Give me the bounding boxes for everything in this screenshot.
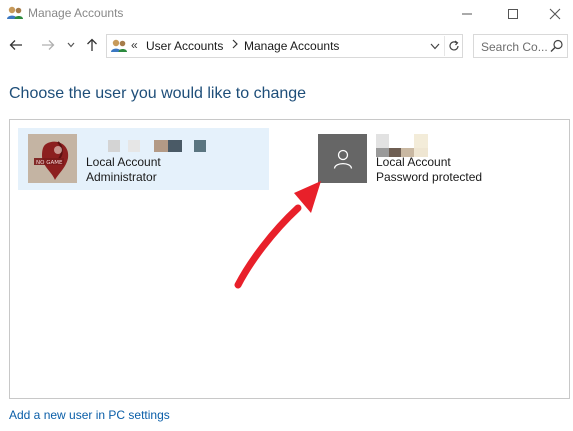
svg-text:NO GAME: NO GAME — [36, 160, 63, 166]
search-icon[interactable] — [550, 39, 564, 53]
breadcrumb-user-accounts[interactable]: User Accounts — [146, 39, 223, 53]
breadcrumb-manage-accounts[interactable]: Manage Accounts — [244, 39, 339, 53]
refresh-button[interactable] — [444, 36, 462, 56]
breadcrumb-chevron-icon[interactable] — [231, 38, 239, 52]
close-button[interactable] — [536, 0, 573, 28]
user-account-type: Local Account — [376, 155, 451, 169]
back-arrow-icon — [9, 40, 22, 50]
address-bar[interactable]: « User Accounts Manage Accounts — [106, 34, 463, 58]
maximize-icon — [508, 9, 518, 19]
chevron-down-icon — [430, 43, 440, 49]
navigation-bar: « User Accounts Manage Accounts Search C… — [0, 30, 573, 60]
close-icon — [549, 8, 560, 20]
back-button[interactable] — [6, 34, 26, 56]
refresh-icon — [448, 40, 459, 51]
recent-locations-button[interactable] — [64, 34, 78, 56]
user-account-role: Administrator — [86, 170, 157, 184]
profile-photo-icon: NO GAME — [28, 134, 77, 183]
search-placeholder: Search Co... — [481, 40, 548, 54]
users-panel: NO GAME Local Account Administrator Loca… — [9, 119, 570, 399]
default-user-icon — [333, 149, 352, 169]
forward-arrow-icon — [42, 40, 55, 50]
up-arrow-icon — [87, 38, 97, 51]
search-box[interactable]: Search Co... — [473, 34, 568, 58]
user-account-type: Local Account — [86, 155, 161, 169]
page-heading: Choose the user you would like to change — [9, 85, 307, 102]
user-tile-password-protected[interactable]: Local Account Password protected — [308, 128, 508, 190]
user-accounts-icon — [110, 38, 128, 54]
address-dropdown-button[interactable] — [428, 38, 442, 54]
title-bar: Manage Accounts — [0, 0, 573, 28]
up-button[interactable] — [82, 34, 102, 56]
user-account-status: Password protected — [376, 170, 483, 184]
user-accounts-icon — [6, 5, 24, 21]
user-tile-administrator[interactable]: NO GAME Local Account Administrator — [18, 128, 269, 190]
minimize-icon — [462, 13, 472, 15]
minimize-button[interactable] — [444, 0, 490, 28]
forward-button[interactable] — [38, 34, 58, 56]
window-title: Manage Accounts — [28, 6, 124, 20]
chevron-down-icon — [67, 42, 75, 48]
address-overflow-marker[interactable]: « — [131, 38, 138, 52]
maximize-button[interactable] — [490, 0, 536, 28]
avatar — [318, 134, 367, 183]
add-new-user-link[interactable]: Add a new user in PC settings — [9, 408, 170, 422]
avatar: NO GAME — [28, 134, 77, 183]
